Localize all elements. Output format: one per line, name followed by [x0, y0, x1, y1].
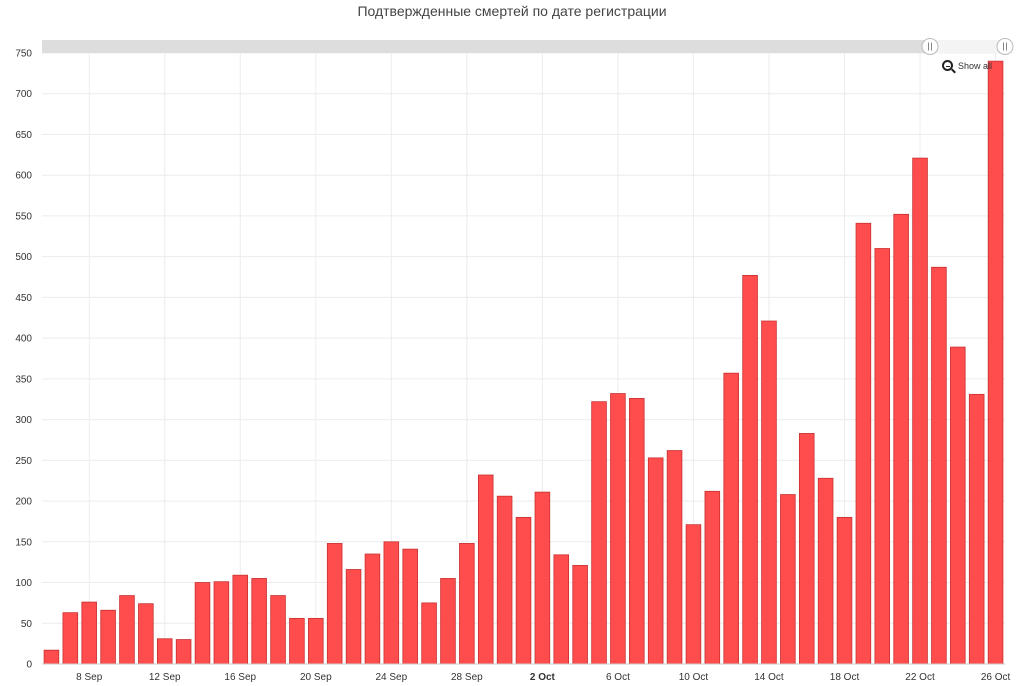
- y-tick-label: 750: [15, 49, 32, 60]
- bar[interactable]: [968, 393, 985, 665]
- x-tick-label: 12 Sep: [149, 672, 181, 683]
- y-tick-label: 0: [26, 660, 32, 671]
- bar[interactable]: [213, 581, 230, 665]
- bar[interactable]: [251, 578, 267, 665]
- x-tick-label: 26 Oct: [981, 672, 1011, 683]
- bar[interactable]: [326, 543, 343, 665]
- bar[interactable]: [950, 346, 966, 665]
- bar[interactable]: [421, 602, 437, 665]
- bar[interactable]: [629, 398, 645, 665]
- x-tick-label: 24 Sep: [375, 672, 407, 683]
- bar[interactable]: [647, 457, 664, 665]
- bar[interactable]: [440, 578, 456, 665]
- bar[interactable]: [893, 213, 909, 665]
- x-tick-label: 22 Oct: [905, 672, 935, 683]
- scrollbar-grip[interactable]: [921, 38, 939, 55]
- y-tick-label: 350: [15, 374, 32, 385]
- y-tick-label: 550: [15, 211, 32, 222]
- y-tick-label: 500: [15, 252, 32, 263]
- bar[interactable]: [553, 554, 570, 665]
- bar[interactable]: [345, 569, 362, 665]
- bar[interactable]: [704, 490, 721, 665]
- bar[interactable]: [477, 474, 494, 665]
- x-tick-label: 6 Oct: [606, 672, 630, 683]
- x-tick-label: 20 Sep: [300, 672, 332, 683]
- bar[interactable]: [591, 401, 607, 665]
- bar[interactable]: [666, 450, 683, 665]
- bar[interactable]: [62, 612, 79, 665]
- bar[interactable]: [723, 372, 739, 665]
- bar[interactable]: [289, 617, 305, 665]
- bar[interactable]: [308, 617, 324, 665]
- bar[interactable]: [515, 516, 532, 665]
- y-tick-label: 650: [15, 130, 32, 141]
- x-tick-label: 18 Oct: [830, 672, 860, 683]
- y-tick-label: 200: [15, 497, 32, 508]
- y-tick-label: 450: [15, 293, 32, 304]
- bar[interactable]: [402, 548, 418, 665]
- zoom-out-icon: [942, 60, 953, 71]
- scrollbar-grip[interactable]: [996, 38, 1014, 55]
- bar[interactable]: [534, 491, 551, 665]
- show-all-button[interactable]: Show all: [942, 60, 992, 71]
- bar[interactable]: [175, 639, 192, 665]
- show-all-label: Show all: [958, 60, 993, 71]
- bar[interactable]: [855, 222, 872, 665]
- y-tick-label: 700: [15, 89, 32, 100]
- bar[interactable]: [81, 601, 97, 665]
- bar[interactable]: [742, 274, 758, 665]
- bar-chart: 0 50 100 150 200 250 300 350 400 450 500 550 600 650 7…: [15, 38, 1014, 683]
- bar[interactable]: [780, 494, 796, 665]
- bar[interactable]: [43, 649, 60, 665]
- x-tick-label: 2 Oct: [530, 672, 556, 683]
- bar[interactable]: [761, 320, 777, 665]
- bar[interactable]: [874, 248, 891, 665]
- bar[interactable]: [610, 393, 626, 665]
- scrollbar-thumb[interactable]: [930, 40, 1005, 53]
- bar[interactable]: [987, 60, 1004, 665]
- bar[interactable]: [119, 595, 135, 665]
- bar[interactable]: [685, 524, 702, 665]
- bar[interactable]: [270, 595, 286, 665]
- bar[interactable]: [100, 609, 116, 665]
- bar[interactable]: [232, 574, 249, 665]
- bar[interactable]: [364, 553, 381, 665]
- y-tick-label: 600: [15, 171, 32, 182]
- y-tick-label: 150: [15, 537, 32, 548]
- x-tick-label: 28 Sep: [451, 672, 483, 683]
- y-tick-label: 50: [21, 619, 33, 630]
- y-tick-label: 100: [15, 578, 32, 589]
- bar[interactable]: [138, 603, 154, 665]
- bar[interactable]: [798, 433, 815, 665]
- bar[interactable]: [156, 638, 173, 665]
- x-tick-label: 16 Sep: [224, 672, 256, 683]
- bar[interactable]: [836, 516, 853, 665]
- y-tick-label: 250: [15, 456, 32, 467]
- x-tick-label: 14 Oct: [754, 672, 784, 683]
- bar[interactable]: [817, 477, 834, 665]
- x-tick-label: 10 Oct: [679, 672, 709, 683]
- bar[interactable]: [912, 157, 928, 665]
- bar[interactable]: [194, 582, 211, 665]
- bar[interactable]: [572, 565, 588, 665]
- scrollbar-track[interactable]: [42, 40, 1005, 53]
- y-tick-label: 300: [15, 415, 32, 426]
- y-tick-label: 400: [15, 334, 32, 345]
- bar[interactable]: [496, 495, 513, 665]
- bar[interactable]: [459, 543, 475, 665]
- bar[interactable]: [383, 541, 400, 665]
- x-tick-label: 8 Sep: [76, 672, 103, 683]
- bar[interactable]: [931, 266, 947, 665]
